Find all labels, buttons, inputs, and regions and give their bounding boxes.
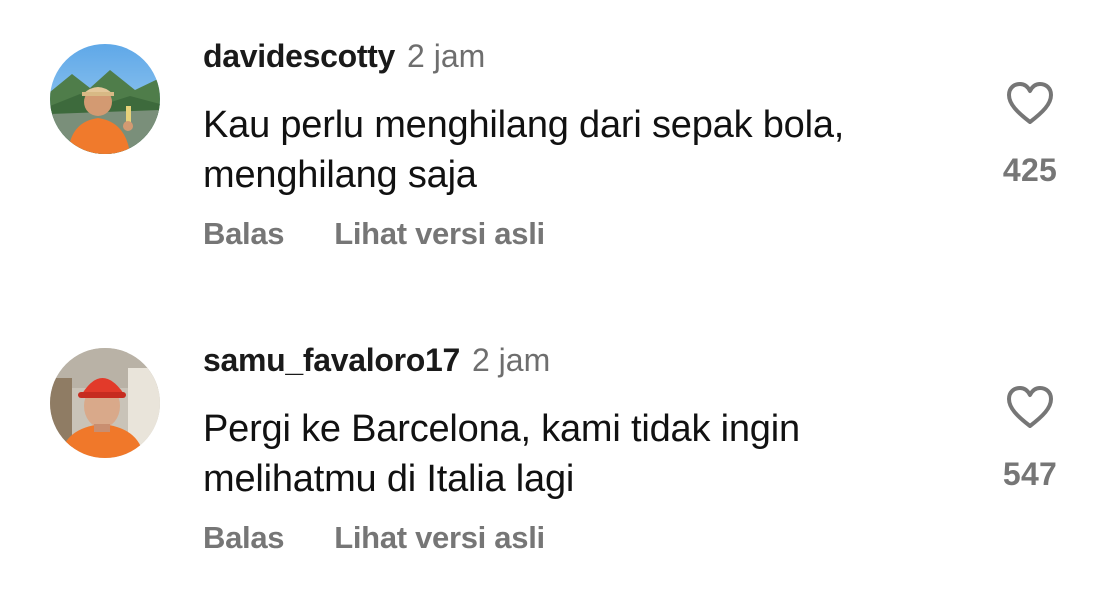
- avatar-photo: [50, 348, 160, 458]
- comment-text: Kau perlu menghilang dari sepak bola, me…: [203, 104, 845, 196]
- reply-button[interactable]: Balas: [203, 216, 285, 252]
- timestamp: 2 jam: [407, 38, 486, 74]
- avatar[interactable]: [50, 44, 160, 154]
- like-count: 547: [1002, 456, 1058, 492]
- see-original-button[interactable]: Lihat versi asli: [334, 520, 545, 556]
- heart-outline-icon[interactable]: [1005, 384, 1055, 430]
- avatar[interactable]: [50, 348, 160, 458]
- like-control: 547: [980, 384, 1080, 493]
- comment-header: samu_favaloro17 2 jam: [203, 342, 550, 386]
- see-original-button[interactable]: Lihat versi asli: [334, 216, 545, 252]
- like-control: 425: [980, 80, 1080, 189]
- avatar-photo: [50, 44, 160, 154]
- heart-outline-icon[interactable]: [1005, 80, 1055, 126]
- username[interactable]: davidescotty: [203, 38, 395, 75]
- comment-text: Pergi ke Barcelona, kami tidak ingin mel…: [203, 408, 800, 500]
- username[interactable]: samu_favaloro17: [203, 342, 460, 379]
- timestamp: 2 jam: [471, 342, 551, 378]
- like-count: 425: [1002, 152, 1058, 188]
- comment-actions: Balas Lihat versi asli: [203, 520, 545, 556]
- comment-header: davidescotty 2 jam: [203, 38, 485, 82]
- comment-item: samu_favaloro17 2 jam Pergi ke Barcelona…: [0, 304, 1116, 594]
- comment-actions: Balas Lihat versi asli: [203, 216, 545, 252]
- reply-button[interactable]: Balas: [203, 520, 285, 556]
- comment-item: davidescotty 2 jam Kau perlu menghilang …: [0, 0, 1116, 290]
